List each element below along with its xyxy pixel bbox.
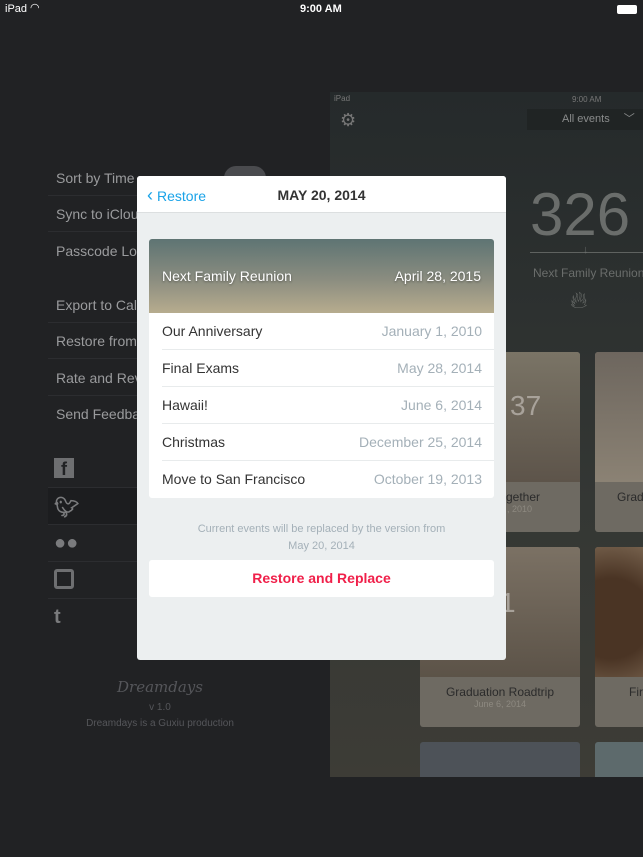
bg-device-label: iPad <box>334 94 351 103</box>
event-name: Final Exams <box>162 360 240 376</box>
wifi-icon: ◠ <box>30 2 40 14</box>
chevron-down-icon: ﹀ <box>623 113 635 125</box>
filter-label: All events <box>562 113 610 125</box>
event-tile[interactable] <box>595 742 643 777</box>
event-tile[interactable]: Fir <box>595 547 643 727</box>
tile-title: Grad <box>617 490 643 504</box>
hero-event-name: Next Family Reunion <box>162 268 292 284</box>
device-label: iPad <box>5 3 28 15</box>
tile-title: Graduation Roadtrip <box>445 685 555 699</box>
battery-icon <box>617 5 637 14</box>
list-item: Christmas December 25, 2014 <box>162 424 494 461</box>
event-date: October 19, 2013 <box>373 471 482 487</box>
dreamdays-logo: Dreamdays <box>117 678 203 696</box>
restore-note: Current events will be replaced by the v… <box>137 521 506 555</box>
restore-dialog: ‹ Restore MAY 20, 2014 Next Family Reunio… <box>137 176 506 660</box>
event-date: January 1, 2010 <box>381 323 482 339</box>
list-item: Final Exams May 28, 2014 <box>162 350 494 387</box>
countdown-label: Next Family Reunion <box>533 266 643 280</box>
status-bar: iPad ◠ 9:00 AM <box>0 0 643 18</box>
arrow-down-icon: ↓ <box>583 244 589 256</box>
event-name: Hawaii! <box>162 397 208 413</box>
tile-title: Fir <box>629 685 643 699</box>
note-date: May 20, 2014 <box>288 540 355 552</box>
filter-dropdown[interactable]: All events ﹀ <box>527 109 643 130</box>
event-tile[interactable] <box>420 742 580 777</box>
bg-clock: 9:00 AM <box>572 95 602 104</box>
version-label: v 1.0 <box>149 702 171 713</box>
event-date: June 6, 2014 <box>401 397 482 413</box>
event-list: Our Anniversary January 1, 2010 Final Exa… <box>149 313 494 498</box>
list-item: Hawaii! June 6, 2014 <box>162 387 494 424</box>
event-date: December 25, 2014 <box>359 434 482 450</box>
event-name: Our Anniversary <box>162 323 263 339</box>
list-item: Our Anniversary January 1, 2010 <box>162 313 494 350</box>
note-line: Current events will be replaced by the v… <box>197 523 446 535</box>
dialog-title: MAY 20, 2014 <box>277 187 366 203</box>
tile-number: 37 <box>510 390 542 421</box>
hero-event: Next Family Reunion April 28, 2015 <box>149 239 494 313</box>
event-date: May 28, 2014 <box>397 360 482 376</box>
credit-label: Dreamdays is a Guxiu production <box>86 718 234 729</box>
event-name: Christmas <box>162 434 226 450</box>
restore-replace-button[interactable]: Restore and Replace <box>149 560 494 597</box>
clock: 9:00 AM <box>300 3 342 15</box>
list-item: Move to San Francisco October 19, 2013 <box>162 461 494 498</box>
tile-date: June 6, 2014 <box>473 699 527 709</box>
dialog-header: ‹ Restore MAY 20, 2014 <box>137 176 506 213</box>
hero-event-date: April 28, 2015 <box>394 268 481 284</box>
event-name: Move to San Francisco <box>162 471 306 487</box>
event-tile[interactable]: Grad <box>595 352 643 532</box>
campfire-icon: 🔥︎ <box>570 287 588 314</box>
countdown-number: 326 <box>530 181 631 248</box>
gear-icon[interactable]: ⚙ <box>340 110 356 131</box>
